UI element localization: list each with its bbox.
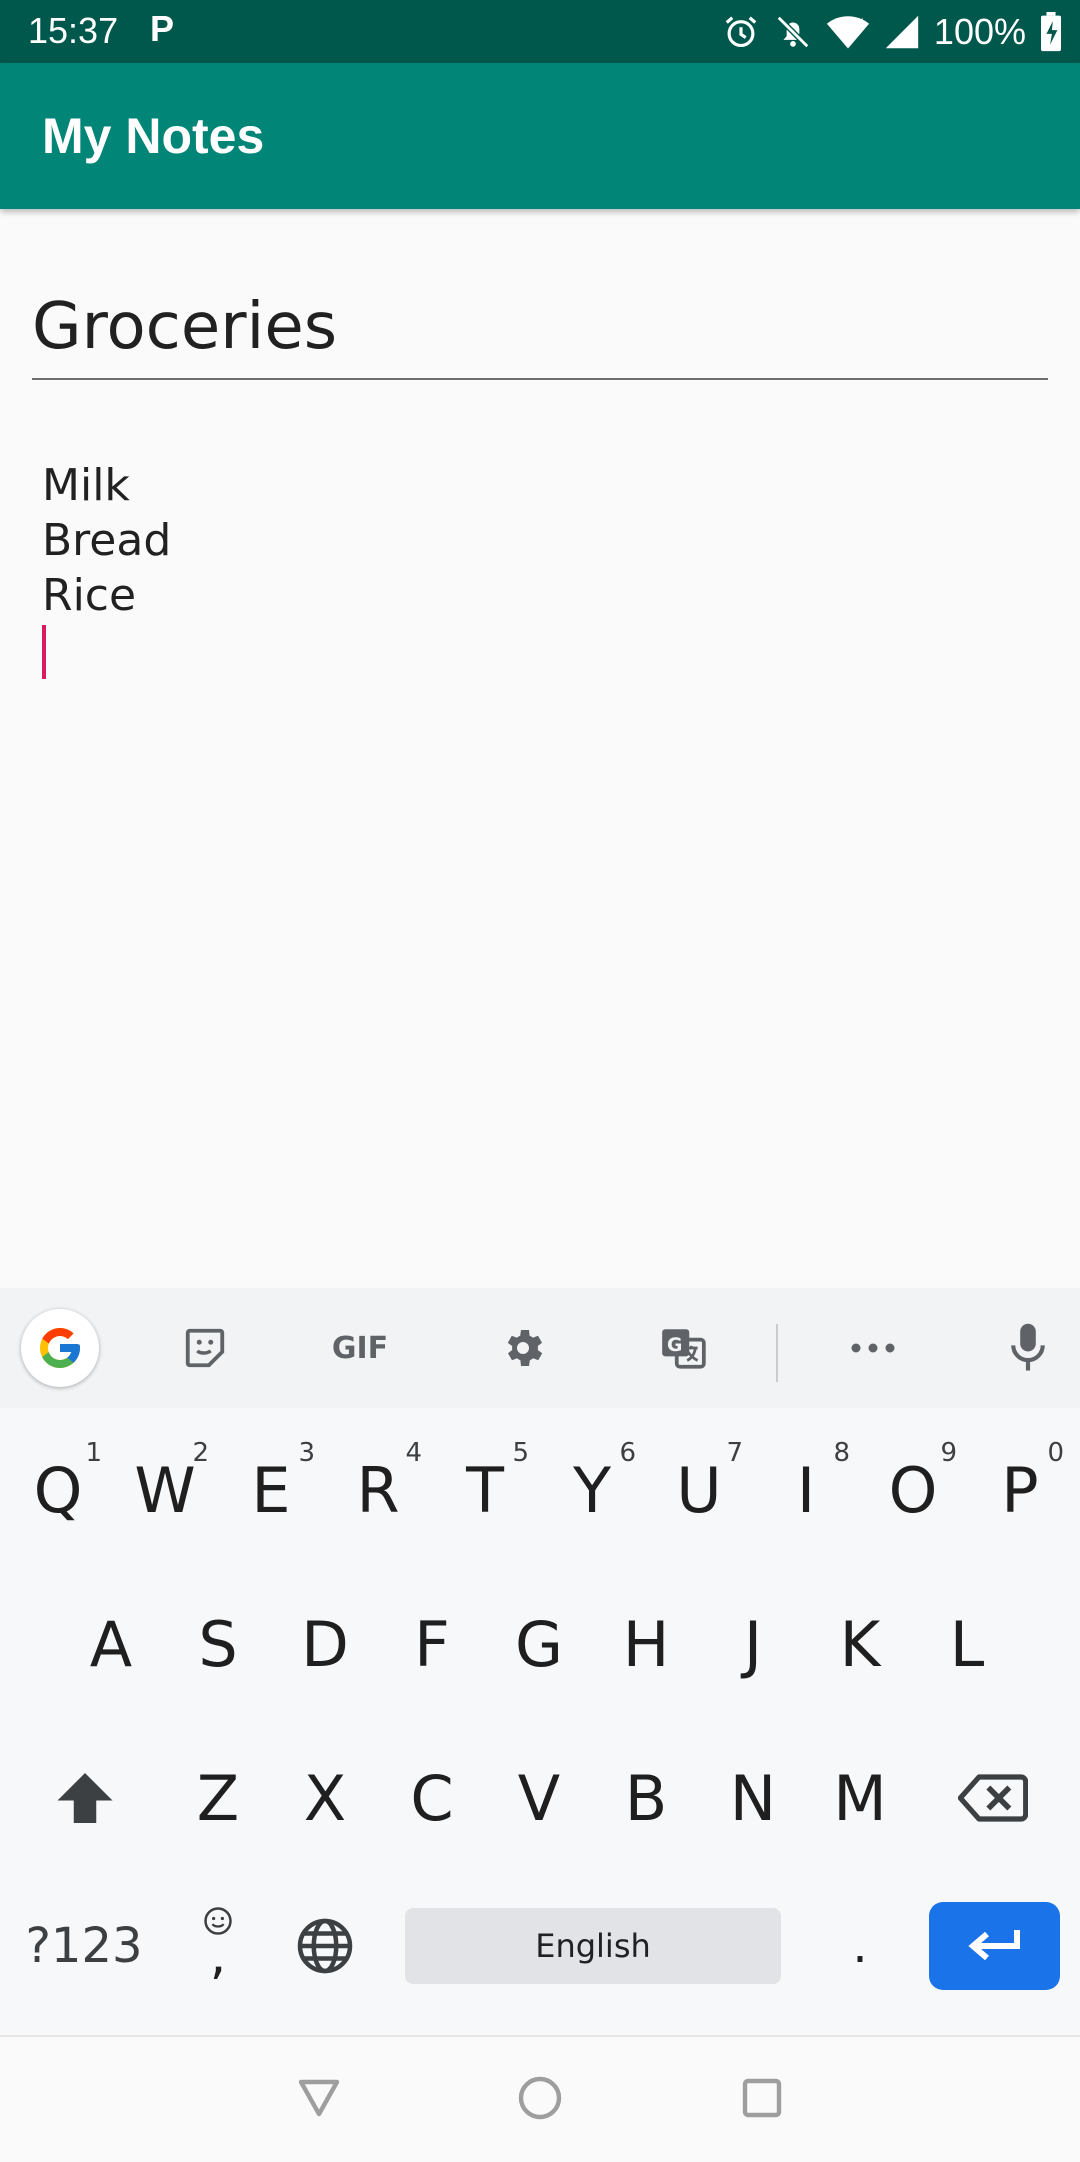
mic-icon: [1010, 1323, 1045, 1371]
key-label: O: [888, 1453, 938, 1527]
globe-icon: [297, 1918, 353, 1974]
key-e[interactable]: E3: [221, 1420, 321, 1560]
language-key[interactable]: [275, 1876, 375, 2016]
alarm-icon: [725, 16, 757, 48]
key-j[interactable]: J: [703, 1574, 803, 1714]
settings-button[interactable]: [485, 1288, 560, 1408]
note-title-text: Groceries: [32, 290, 338, 364]
key-d[interactable]: D: [275, 1574, 375, 1714]
toolbar-divider: [776, 1324, 778, 1382]
battery-percent: 100%: [933, 11, 1026, 52]
translate-button[interactable]: G: [645, 1288, 720, 1408]
enter-key[interactable]: [929, 1902, 1060, 1990]
back-icon[interactable]: [295, 2074, 343, 2122]
key-label: P: [1001, 1453, 1039, 1527]
key-label: R: [356, 1453, 400, 1527]
key-p[interactable]: P0: [970, 1420, 1070, 1560]
note-title-input[interactable]: Groceries: [32, 282, 1048, 380]
key-hint: 8: [833, 1438, 850, 1468]
key-hint: 4: [405, 1438, 422, 1468]
note-line: Bread: [42, 515, 172, 566]
notification-icon: P: [150, 8, 175, 49]
enter-icon: [967, 1930, 1020, 1961]
key-y[interactable]: Y6: [542, 1420, 642, 1560]
key-k[interactable]: K: [810, 1574, 910, 1714]
sticker-button[interactable]: [170, 1288, 240, 1408]
key-i[interactable]: I8: [756, 1420, 856, 1560]
gif-button[interactable]: GIF: [320, 1288, 400, 1408]
shift-icon: [57, 1773, 113, 1823]
key-l[interactable]: L: [917, 1574, 1017, 1714]
notifications-off-icon: [776, 15, 810, 49]
key-o[interactable]: O9: [863, 1420, 963, 1560]
key-label: W: [134, 1453, 196, 1527]
symbols-key[interactable]: ?123: [14, 1876, 154, 2016]
key-label: E: [251, 1453, 291, 1527]
key-g[interactable]: G: [489, 1574, 589, 1714]
shift-key[interactable]: [35, 1728, 135, 1868]
key-hint: 0: [1047, 1438, 1064, 1468]
key-q[interactable]: Q1: [8, 1420, 108, 1560]
key-hint: 7: [726, 1438, 743, 1468]
key-z[interactable]: Z: [168, 1728, 268, 1868]
wifi-icon: x: [826, 15, 870, 49]
key-hint: 6: [619, 1438, 636, 1468]
key-b[interactable]: B: [596, 1728, 696, 1868]
note-line: Rice: [42, 570, 137, 621]
key-r[interactable]: R4: [328, 1420, 428, 1560]
google-button[interactable]: [20, 1288, 100, 1408]
backspace-icon: [958, 1774, 1028, 1822]
key-t[interactable]: T5: [435, 1420, 535, 1560]
sticker-icon: [185, 1328, 225, 1368]
key-v[interactable]: V: [489, 1728, 589, 1868]
note-body-input[interactable]: Milk Bread Rice: [42, 458, 1042, 679]
key-label: Y: [573, 1453, 611, 1527]
key-hint: 9: [940, 1438, 957, 1468]
recents-icon[interactable]: [738, 2074, 786, 2122]
keyboard-toolbar: GIF G: [0, 1288, 1080, 1408]
key-s[interactable]: S: [168, 1574, 268, 1714]
key-f[interactable]: F: [382, 1574, 482, 1714]
mic-button[interactable]: [1000, 1288, 1055, 1408]
key-c[interactable]: C: [382, 1728, 482, 1868]
key-hint: 2: [192, 1438, 209, 1468]
settings-icon: [507, 1330, 542, 1366]
app-bar: My Notes: [0, 63, 1080, 209]
key-label: I: [796, 1453, 816, 1527]
key-n[interactable]: N: [703, 1728, 803, 1868]
more-button[interactable]: [835, 1288, 910, 1408]
status-icons: x 100%: [722, 6, 1062, 58]
status-time: 15:37: [28, 10, 119, 51]
key-w[interactable]: W2: [115, 1420, 215, 1560]
period-key[interactable]: .: [810, 1876, 910, 2016]
app-title: My Notes: [42, 108, 265, 164]
key-x[interactable]: X: [275, 1728, 375, 1868]
google-icon: [40, 1328, 80, 1368]
status-bar: 15:37 P x 100%: [0, 0, 1080, 63]
key-label: T: [466, 1453, 504, 1527]
key-u[interactable]: U7: [649, 1420, 749, 1560]
translate-icon: G: [661, 1329, 706, 1369]
svg-text:x: x: [857, 15, 864, 28]
text-cursor: [42, 625, 46, 679]
key-label: U: [676, 1453, 722, 1527]
more-icon: [851, 1343, 894, 1353]
comma-label: ,: [209, 1926, 227, 1986]
svg-text:G: G: [666, 1335, 681, 1356]
home-icon[interactable]: [516, 2074, 564, 2122]
key-label: Q: [33, 1453, 83, 1527]
space-bar[interactable]: English: [405, 1908, 781, 1984]
backspace-key[interactable]: [943, 1728, 1043, 1868]
key-hint: 5: [512, 1438, 529, 1468]
cell-signal-icon: [885, 15, 919, 49]
battery-icon: [1041, 12, 1061, 52]
key-hint: 3: [298, 1438, 315, 1468]
key-m[interactable]: M: [810, 1728, 910, 1868]
navigation-bar: [0, 2035, 1080, 2162]
emoji-comma-key[interactable]: ,: [168, 1876, 268, 2016]
key-hint: 1: [85, 1438, 102, 1468]
key-h[interactable]: H: [596, 1574, 696, 1714]
key-a[interactable]: A: [61, 1574, 161, 1714]
note-line: Milk: [42, 460, 130, 511]
